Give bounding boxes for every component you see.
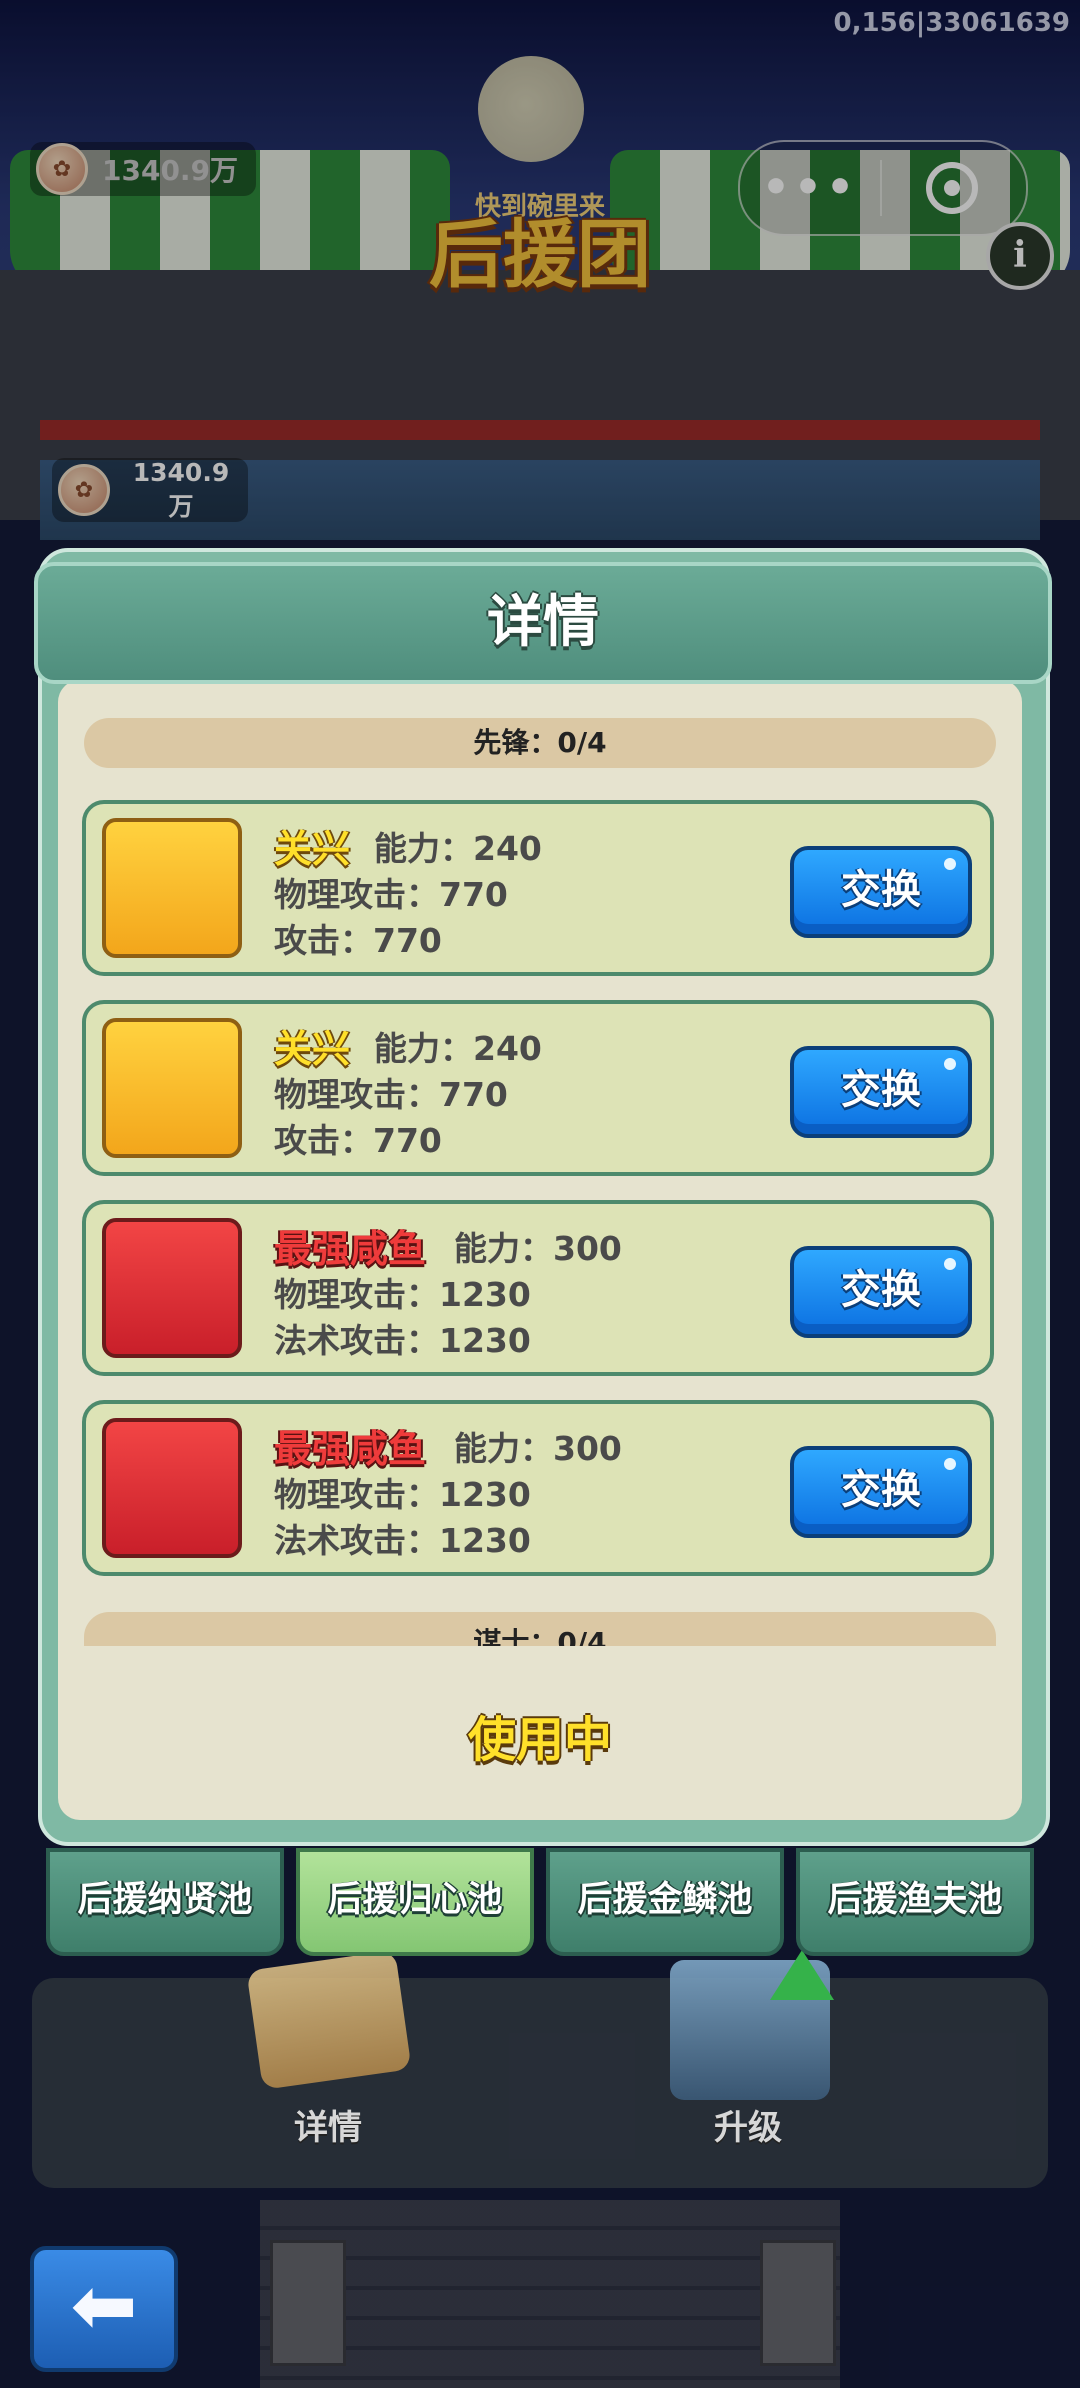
- hero-name: 关兴: [274, 827, 351, 871]
- hero-avatar-icon: [102, 818, 242, 958]
- tab-golden-scale-pool[interactable]: 后援金鳞池: [546, 1848, 784, 1956]
- pool-tabs: 后援纳贤池 后援归心池 后援金鳞池 后援渔夫池: [44, 1848, 1044, 1960]
- hero-ability: 能力：300: [454, 1229, 622, 1268]
- hero-stat2: 法术攻击：1230: [274, 1521, 531, 1560]
- hero-stat2: 攻击：770: [274, 921, 442, 960]
- swap-button[interactable]: 交换: [790, 1246, 972, 1338]
- hero-stat1: 物理攻击：1230: [274, 1475, 531, 1514]
- hero-stat2: 攻击：770: [274, 1121, 442, 1160]
- section-strategist: 谋士：0/4: [84, 1612, 996, 1646]
- hero-stat1: 物理攻击：1230: [274, 1275, 531, 1314]
- card-row: 关兴 能力：240 物理攻击：770 攻击：770 交换: [82, 1000, 994, 1176]
- upgrade-label[interactable]: 升级: [714, 2100, 782, 2149]
- details-label[interactable]: 详情: [294, 2100, 362, 2149]
- tab-loyalty-pool[interactable]: 后援归心池: [296, 1848, 534, 1956]
- section-vanguard: 先锋：0/4: [84, 718, 996, 768]
- hero-stat1: 物理攻击：770: [274, 1075, 508, 1114]
- tab-recruit-pool[interactable]: 后援纳贤池: [46, 1848, 284, 1956]
- modal-title: 详情: [487, 590, 599, 655]
- swap-button[interactable]: 交换: [790, 846, 972, 938]
- tab-fisherman-pool[interactable]: 后援渔夫池: [796, 1848, 1034, 1956]
- stairs-decoration: [260, 2200, 840, 2388]
- swap-button[interactable]: 交换: [790, 1446, 972, 1538]
- back-arrow-icon[interactable]: ⬅: [30, 2246, 178, 2372]
- fish-avatar-icon: [102, 1418, 242, 1558]
- lantern-post-right: [760, 2240, 836, 2366]
- card-row: 最强咸鱼 能力：300 物理攻击：1230 法术攻击：1230 交换: [82, 1400, 994, 1576]
- hero-stat1: 物理攻击：770: [274, 875, 508, 914]
- scroll-icon[interactable]: [246, 1950, 412, 2090]
- hero-name: 关兴: [274, 1027, 351, 1071]
- lantern-post-left: [270, 2240, 346, 2366]
- in-use-label: 使用中: [467, 1712, 612, 1768]
- card-row: 最强咸鱼 能力：300 物理攻击：1230 法术攻击：1230 交换: [82, 1200, 994, 1376]
- card-row: 关兴 能力：240 物理攻击：770 攻击：770 交换: [82, 800, 994, 976]
- hero-ability: 能力：300: [454, 1429, 622, 1468]
- hero-name: 最强咸鱼: [274, 1227, 427, 1271]
- hero-ability: 能力：240: [374, 1029, 542, 1068]
- swap-button[interactable]: 交换: [790, 1046, 972, 1138]
- fish-avatar-icon: [102, 1218, 242, 1358]
- hero-stat2: 法术攻击：1230: [274, 1321, 531, 1360]
- hero-avatar-icon: [102, 1018, 242, 1158]
- bottom-action-area: [32, 1978, 1048, 2188]
- hero-name: 最强咸鱼: [274, 1427, 427, 1471]
- hero-ability: 能力：240: [374, 829, 542, 868]
